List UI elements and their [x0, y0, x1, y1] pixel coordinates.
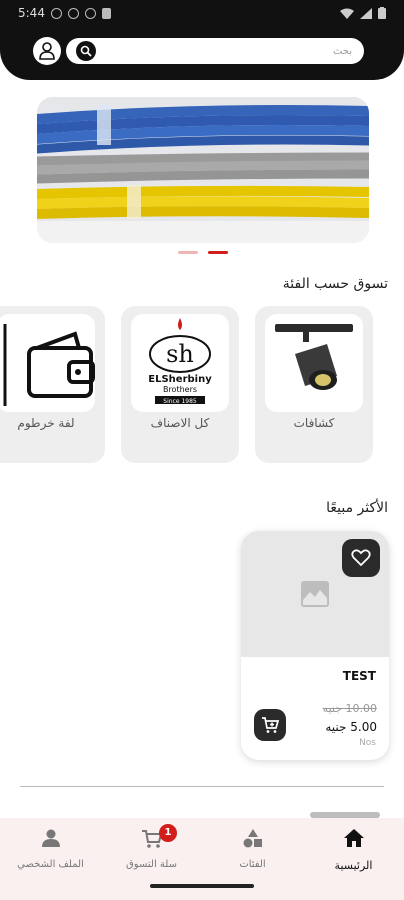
product-price: 5.00 جنيه: [325, 720, 377, 734]
status-bar: 5:44: [18, 4, 386, 22]
add-to-cart-button[interactable]: [254, 709, 286, 741]
add-to-cart-icon: [262, 717, 279, 733]
pagination-dot-active[interactable]: [208, 251, 228, 254]
status-time: 5:44: [18, 6, 45, 20]
promo-banner-image[interactable]: [37, 97, 369, 243]
profile-icon: [41, 829, 60, 847]
category-image: [0, 314, 95, 412]
nav-item-categories[interactable]: الفئات: [202, 826, 303, 878]
search-icon[interactable]: [76, 41, 96, 61]
status-icon: [84, 7, 96, 19]
heart-icon: [351, 549, 371, 567]
bestsellers-section-title: الأكثر مبيعًا: [326, 500, 388, 516]
cart-badge: 1: [159, 824, 177, 842]
logo-text: Brothers: [163, 385, 197, 394]
product-unit: Nos: [359, 738, 376, 748]
signal-icon: [360, 7, 372, 19]
nav-label: الرئيسية: [334, 859, 373, 872]
battery-icon: [378, 7, 386, 19]
system-home-indicator[interactable]: [150, 884, 254, 888]
category-card-all-items[interactable]: sh ELSherbiny Brothers Since 1985 كل الا…: [121, 306, 239, 463]
nav-label: سلة التسوق: [126, 859, 177, 870]
status-icon: [67, 7, 79, 19]
search-input[interactable]: [112, 42, 352, 60]
user-icon: [39, 42, 55, 60]
category-label: كل الاصناف: [150, 416, 210, 430]
categories-section-title: تسوق حسب الفئة: [282, 276, 388, 292]
banner-pagination[interactable]: [178, 251, 228, 254]
search-bar[interactable]: [66, 38, 364, 64]
status-icon: [101, 7, 111, 19]
section-divider: [20, 786, 384, 787]
hoses-photo: [37, 97, 369, 243]
logo-text: Since 1985: [163, 398, 197, 405]
category-label: كشافات: [293, 416, 335, 430]
nav-item-home[interactable]: الرئيسية: [303, 826, 404, 878]
category-label: لفة خرطوم: [17, 416, 75, 430]
product-old-price: 10.00 جنيه: [322, 702, 377, 715]
favorite-button[interactable]: [342, 539, 380, 577]
spotlight-image: [275, 324, 353, 390]
elsherbiny-logo: sh ELSherbiny Brothers Since 1985: [148, 318, 212, 405]
product-card[interactable]: TEST 10.00 جنيه 5.00 جنيه Nos: [241, 531, 389, 760]
category-card-spotlights[interactable]: كشافات: [255, 306, 373, 463]
pagination-dot[interactable]: [178, 251, 198, 254]
app-screen: 5:44 بحث تسوق حسب الفئة كشافات sh ELSher…: [0, 0, 404, 900]
category-card-hose-roll[interactable]: لفة خرطوم: [0, 306, 105, 463]
image-placeholder-icon: [301, 581, 329, 607]
wifi-icon: [340, 8, 354, 19]
app-header: 5:44: [0, 0, 404, 80]
status-icon: [50, 7, 62, 19]
nav-label: الملف الشخصي: [17, 859, 84, 870]
logo-text: ELSherbiny: [148, 374, 212, 385]
category-image: sh ELSherbiny Brothers Since 1985: [131, 314, 229, 412]
home-icon: [343, 829, 364, 847]
nav-label: الفئات: [239, 859, 266, 870]
nav-item-cart[interactable]: 1 سلة التسوق: [101, 824, 202, 878]
profile-avatar-button[interactable]: [33, 37, 61, 65]
wallet-icon: [3, 324, 95, 406]
category-image: [265, 314, 363, 412]
categories-icon: [243, 829, 262, 848]
nav-item-profile[interactable]: الملف الشخصي: [0, 826, 101, 878]
svg-text:sh: sh: [166, 340, 194, 368]
product-name: TEST: [342, 669, 376, 683]
